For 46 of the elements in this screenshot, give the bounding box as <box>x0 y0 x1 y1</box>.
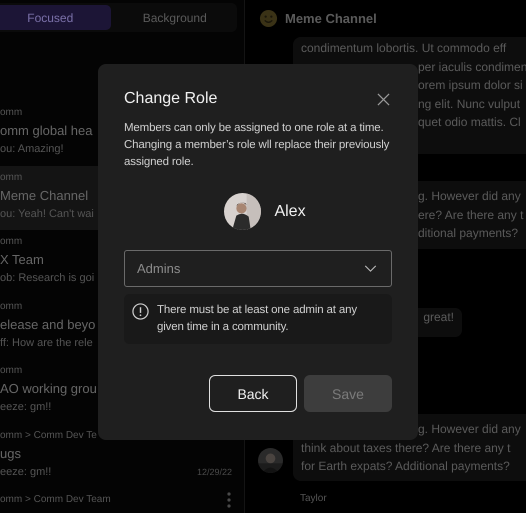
message-preview: eeze: gm!! <box>0 464 52 480</box>
community-path: omm <box>0 106 22 120</box>
author-name: Taylor <box>300 493 327 504</box>
thread-date: 12/29/22 <box>196 467 232 477</box>
tab[interactable]: Background <box>114 5 235 30</box>
message-preview: ou: Yeah! Can't wai <box>0 206 94 222</box>
thread-name: elease and beyo <box>0 316 96 334</box>
notice-text: There must be at least one admin at any given time in a community. <box>157 303 358 335</box>
message-text: great! <box>423 309 454 326</box>
message-text: g. However did any <box>418 421 521 438</box>
message-preview: eeze: gm!! <box>0 400 52 415</box>
dialog-description: Members can only be assigned to one role at a time. Changing a member’s role wll replace their previously assigned role. <box>124 121 390 170</box>
exclamation-icon <box>132 303 149 320</box>
message-text: ere? Are there any t <box>418 206 524 224</box>
community-path: omm > Comm Dev Te <box>0 428 97 442</box>
channel-title: Meme Channel <box>285 11 377 26</box>
community-path: omm <box>0 170 22 184</box>
role-dropdown[interactable]: Admins <box>124 250 392 287</box>
thread-name: X Team <box>0 251 44 269</box>
message-text: ditional payments? <box>418 225 518 242</box>
message-text: g. However did any <box>418 188 521 205</box>
smiley-icon <box>259 9 278 28</box>
message-preview: ou: Amazing! <box>0 142 64 157</box>
thread-name: Meme Channel <box>0 186 88 204</box>
message-text: condimentum lobortis. Ut commodo eff <box>301 40 506 57</box>
tab[interactable]: Focused <box>0 5 110 30</box>
back-button[interactable]: Back <box>209 375 297 412</box>
community-path: omm > Comm Dev Team <box>0 493 111 507</box>
community-path: omm <box>0 235 22 249</box>
message-text: ng elit. Nunc vulput <box>418 96 520 112</box>
close-icon[interactable] <box>377 92 390 106</box>
chevron-down-icon <box>364 265 377 272</box>
message-text: think about taxes there? Are there any t <box>301 440 510 456</box>
message-text: for Earth expats? Additional payments? <box>301 458 510 475</box>
message-preview: ff: How are the rele <box>0 336 93 350</box>
dialog-title: Change Role <box>124 90 218 108</box>
community-path: omm <box>0 364 22 378</box>
thread-name: ugs <box>0 444 21 463</box>
thread-item[interactable]: omm > Comm Dev Team <box>0 488 244 513</box>
message-text: orem ipsum dolor si <box>418 77 523 94</box>
message-text: quet odio mattis. Cl <box>418 114 521 131</box>
member-name: Alex <box>274 202 306 220</box>
community-path: omm <box>0 300 22 314</box>
thread-name: AO working grou <box>0 380 97 398</box>
thread-name: omm global hea <box>0 122 92 140</box>
message-preview: ob: Research is goi <box>0 271 94 286</box>
